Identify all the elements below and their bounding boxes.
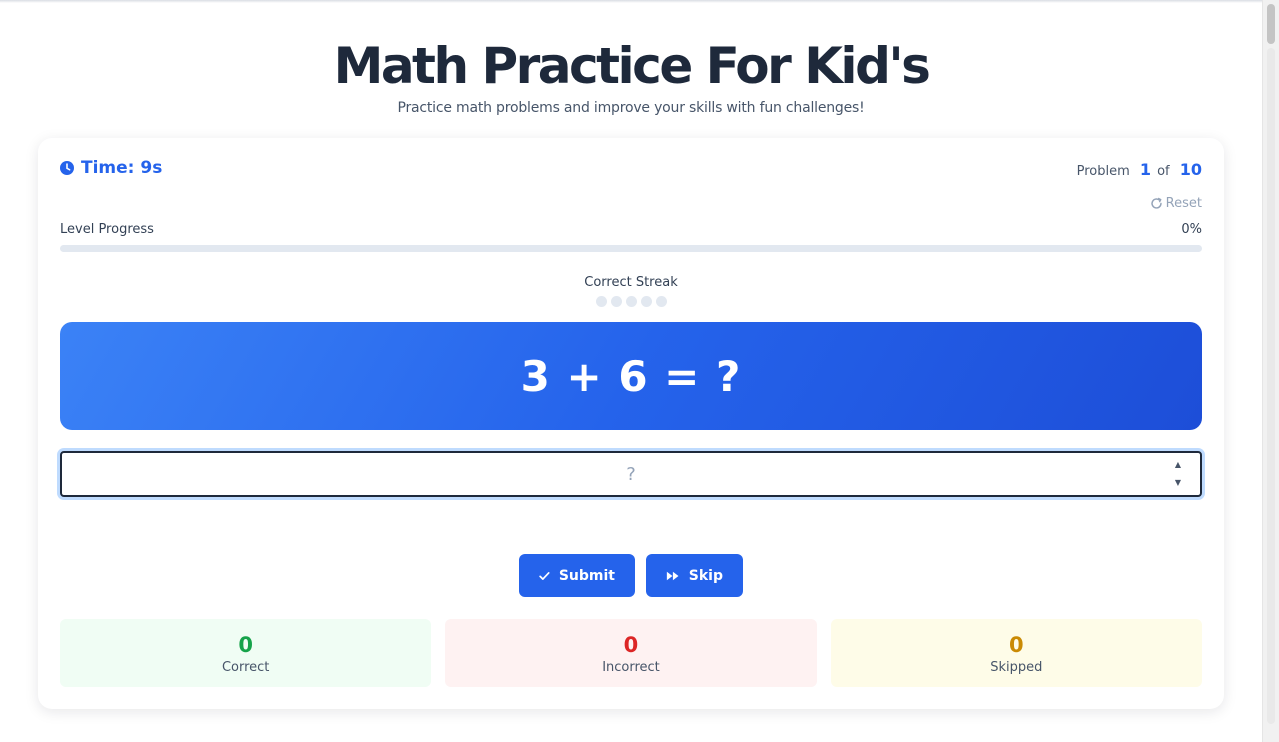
top-shadow bbox=[0, 0, 1262, 3]
practice-card: Time: 9s Problem 1 of 10 Reset Level Prog… bbox=[38, 138, 1224, 709]
streak-dots bbox=[38, 296, 1224, 307]
stepper-down-icon[interactable]: ▼ bbox=[1175, 479, 1181, 487]
scrollbar-track bbox=[1267, 48, 1275, 724]
skip-button[interactable]: Skip bbox=[646, 554, 743, 597]
skip-label: Skip bbox=[688, 567, 723, 584]
problem-current: 1 bbox=[1139, 160, 1152, 179]
stat-skipped-label: Skipped bbox=[990, 659, 1043, 675]
stats-panel: 0 Correct 0 Incorrect 0 Skipped bbox=[60, 619, 1202, 687]
timer-label: Time: 9s bbox=[81, 158, 163, 178]
submit-button[interactable]: Submit bbox=[519, 554, 635, 597]
problem-text: 3 + 6 = ? bbox=[520, 351, 742, 401]
stat-incorrect-label: Incorrect bbox=[602, 659, 660, 675]
streak-label: Correct Streak bbox=[584, 275, 678, 290]
streak-dot bbox=[655, 296, 667, 307]
submit-label: Submit bbox=[558, 567, 615, 584]
problem-counter: Problem 1 of 10 bbox=[1077, 160, 1202, 179]
problem-counter-prefix: Problem bbox=[1076, 164, 1130, 179]
stepper-up-icon[interactable]: ▲ bbox=[1175, 461, 1181, 469]
stat-incorrect-value: 0 bbox=[623, 632, 639, 657]
check-icon bbox=[539, 571, 550, 580]
stat-correct-value: 0 bbox=[238, 632, 253, 657]
stat-skipped: 0 Skipped bbox=[830, 619, 1202, 687]
fast-forward-icon bbox=[666, 571, 679, 580]
reset-button[interactable]: Reset bbox=[1150, 196, 1202, 211]
page-title: Math Practice For Kid's bbox=[333, 37, 931, 95]
level-progress-label: Level Progress bbox=[60, 222, 154, 237]
streak-dot bbox=[625, 296, 637, 307]
page-header: Math Practice For Kid's Practice math pr… bbox=[0, 34, 1262, 116]
clock-icon bbox=[60, 161, 74, 175]
problem-total: 10 bbox=[1179, 160, 1202, 179]
answer-input[interactable] bbox=[60, 451, 1202, 497]
refresh-icon bbox=[1150, 197, 1162, 209]
stat-correct: 0 Correct bbox=[60, 619, 432, 687]
page-subtitle: Practice math problems and improve your … bbox=[397, 100, 865, 116]
stat-skipped-value: 0 bbox=[1009, 632, 1024, 657]
page-scrollbar[interactable] bbox=[1262, 0, 1279, 742]
streak-dot bbox=[595, 296, 607, 307]
level-progress-percent: 0% bbox=[1181, 222, 1202, 237]
streak-dot bbox=[610, 296, 622, 307]
reset-label: Reset bbox=[1165, 196, 1202, 211]
problem-counter-of: of bbox=[1157, 164, 1170, 179]
answer-stepper[interactable]: ▲ ▼ bbox=[1172, 461, 1184, 487]
problem-display: 3 + 6 = ? bbox=[60, 322, 1202, 430]
scrollbar-thumb[interactable] bbox=[1267, 4, 1275, 44]
level-progress-bar bbox=[60, 245, 1202, 252]
stat-incorrect: 0 Incorrect bbox=[445, 619, 817, 687]
timer: Time: 9s bbox=[60, 158, 162, 178]
streak-dot bbox=[640, 296, 652, 307]
action-buttons: Submit Skip bbox=[38, 554, 1224, 597]
stat-correct-label: Correct bbox=[221, 659, 270, 675]
